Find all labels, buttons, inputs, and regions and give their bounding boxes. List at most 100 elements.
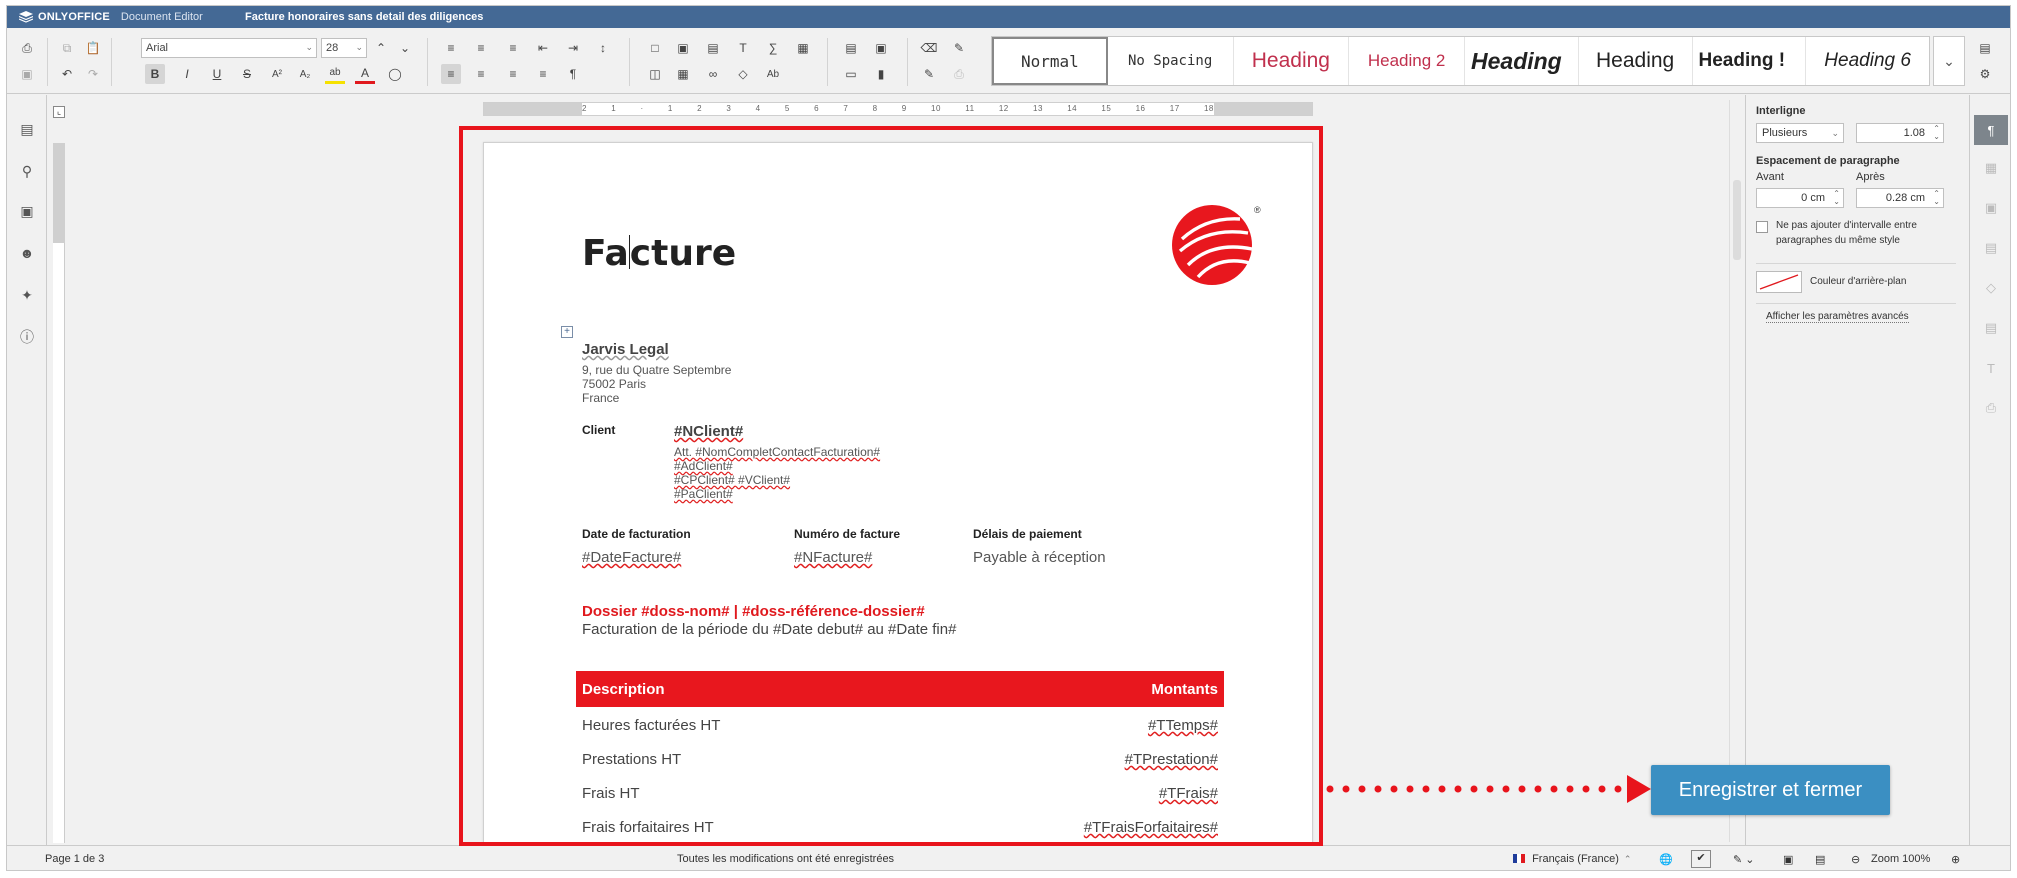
shape-icon[interactable]: ◇	[733, 64, 753, 84]
paragraph-settings-icon[interactable]: ¶	[1974, 115, 2008, 145]
subscript-icon[interactable]: A₂	[295, 64, 315, 84]
copy-style-icon[interactable]: ✎	[919, 64, 939, 84]
readonly-icon[interactable]: ⎙	[949, 64, 969, 84]
vertical-scrollbar[interactable]	[1729, 100, 1743, 842]
font-color-icon[interactable]: A	[355, 64, 375, 84]
dropcap-icon[interactable]: ▦	[793, 38, 813, 58]
clear-style-icon[interactable]: ⌫	[919, 38, 939, 58]
doc-language-icon[interactable]: 🌐	[1659, 853, 1673, 866]
font-size-select[interactable]: 28 ⌄	[321, 38, 367, 58]
image-settings-icon[interactable]: ▣	[1980, 197, 2002, 219]
zoom-out-icon[interactable]: ⊖	[1851, 853, 1860, 866]
scrollbar-thumb[interactable]	[1733, 180, 1741, 260]
track-changes-icon[interactable]: ✎ ⌄	[1733, 853, 1755, 866]
bullets-icon[interactable]: ≡	[441, 38, 461, 58]
italic-icon[interactable]: I	[177, 64, 197, 84]
mail-merge-icon[interactable]: ✎	[949, 38, 969, 58]
fit-page-icon[interactable]: ▣	[1783, 853, 1793, 866]
styles-more-icon[interactable]: ⌄	[1933, 36, 1965, 86]
decrease-indent-icon[interactable]: ⇤	[533, 38, 553, 58]
signature-settings-icon[interactable]: ⎙	[1980, 397, 2002, 419]
paste-icon[interactable]: 📋	[83, 38, 103, 58]
style-heading-3[interactable]: Heading	[1465, 37, 1579, 85]
section-break-icon[interactable]: ▮	[871, 64, 891, 84]
users-icon[interactable]: ☻	[17, 243, 37, 263]
equation-icon[interactable]: ∑	[763, 38, 783, 58]
style-heading-4[interactable]: Heading	[1579, 37, 1693, 85]
save-and-close-button[interactable]: Enregistrer et fermer	[1651, 765, 1890, 815]
horizontal-ruler[interactable]: 2 1 · 1 2 3 4 5 6 7 8 9 10 11 12 13 14 15 16 17 18	[483, 102, 1313, 116]
page-break-icon[interactable]: □	[645, 38, 665, 58]
advanced-settings-link[interactable]: Afficher les paramètres avancés	[1766, 311, 1909, 323]
textart-settings-icon[interactable]: T	[1980, 357, 2002, 379]
textart-icon[interactable]: Ab	[763, 64, 783, 84]
spacing-before-input[interactable]: 0 cm ⌃ ⌄	[1756, 188, 1844, 208]
style-heading-2[interactable]: Heading 2	[1349, 37, 1465, 85]
numbering-icon[interactable]: ≡	[471, 38, 491, 58]
line-spacing-icon[interactable]: ↕	[593, 38, 613, 58]
document-page[interactable]: Facture ® + Jarvis Legal 9, rue du Quatr…	[483, 142, 1313, 870]
image-icon[interactable]: ▣	[673, 38, 693, 58]
company-address-2: 75002 Paris	[582, 377, 647, 391]
line-spacing-mode-select[interactable]: Plusieurs ⌄	[1756, 123, 1844, 143]
style-no-spacing[interactable]: No Spacing	[1108, 37, 1234, 85]
justify-icon[interactable]: ≡	[533, 64, 553, 84]
style-normal[interactable]: Normal	[992, 37, 1108, 85]
settings-gear-icon[interactable]: ⚙	[1975, 64, 1995, 84]
multilevel-list-icon[interactable]: ≡	[503, 38, 523, 58]
no-interval-checkbox[interactable]	[1756, 221, 1768, 233]
tab-selector-icon[interactable]: ⌞	[53, 106, 65, 118]
increase-indent-icon[interactable]: ⇥	[563, 38, 583, 58]
table-move-handle-icon[interactable]: +	[561, 326, 573, 338]
align-center-icon[interactable]: ≡	[471, 64, 491, 84]
zoom-in-icon[interactable]: ⊕	[1951, 853, 1960, 866]
plugins-icon[interactable]: ✦	[17, 285, 37, 305]
table-icon[interactable]: ▦	[673, 64, 693, 84]
style-heading-6[interactable]: Heading 6	[1806, 37, 1929, 85]
table-settings-icon[interactable]: ▦	[1980, 157, 2002, 179]
columns-icon[interactable]: ◫	[645, 64, 665, 84]
page-info[interactable]: Page 1 de 3	[45, 853, 104, 865]
fill-color-icon[interactable]: ◯	[385, 64, 405, 84]
print-icon[interactable]: ⎙	[17, 38, 37, 58]
undo-icon[interactable]: ↶	[57, 64, 77, 84]
superscript-icon[interactable]: A²	[267, 64, 287, 84]
shape-settings-icon[interactable]: ◇	[1980, 277, 2002, 299]
align-right-icon[interactable]: ≡	[503, 64, 523, 84]
view-settings-icon[interactable]: ▤	[1975, 38, 1995, 58]
redo-icon[interactable]: ↷	[83, 64, 103, 84]
strikethrough-icon[interactable]: S	[237, 64, 257, 84]
increase-font-icon[interactable]: ⌃	[371, 38, 391, 58]
document-heading[interactable]: Facture	[582, 233, 736, 274]
spacing-after-input[interactable]: 0.28 cm ⌃ ⌄	[1856, 188, 1944, 208]
chart-icon[interactable]: ▤	[703, 38, 723, 58]
bold-icon[interactable]: B	[145, 64, 165, 84]
save-icon[interactable]: ▣	[17, 64, 37, 84]
spellcheck-icon[interactable]: ✔	[1691, 850, 1711, 868]
textbox-icon[interactable]: T	[733, 38, 753, 58]
decrease-font-icon[interactable]: ⌄	[395, 38, 415, 58]
header-footer-settings-icon[interactable]: ▤	[1980, 237, 2002, 259]
search-icon[interactable]: ⚲	[17, 161, 37, 181]
line-spacing-value: 1.08	[1903, 127, 1925, 139]
about-icon[interactable]: ⓘ	[17, 327, 37, 347]
file-icon[interactable]: ▤	[17, 119, 37, 139]
margins-icon[interactable]: ▤	[841, 38, 861, 58]
nonprinting-chars-icon[interactable]: ¶	[563, 64, 583, 84]
chart-settings-icon[interactable]: ▤	[1980, 317, 2002, 339]
hyperlink-icon[interactable]: ∞	[703, 64, 723, 84]
font-family-select[interactable]: Arial ⌄	[141, 38, 317, 58]
comments-icon[interactable]: ▣	[17, 201, 37, 221]
underline-icon[interactable]: U	[207, 64, 227, 84]
copy-icon[interactable]: ⧉	[57, 38, 77, 58]
style-heading-1[interactable]: Heading	[1234, 37, 1350, 85]
style-heading-5[interactable]: Heading !	[1693, 37, 1807, 85]
language-select[interactable]: Français (France) ⌃	[1513, 853, 1631, 865]
page-size-icon[interactable]: ▣	[871, 38, 891, 58]
align-left-icon[interactable]: ≡	[441, 64, 461, 84]
highlight-icon[interactable]: ab	[325, 64, 345, 84]
bg-color-picker[interactable]	[1756, 271, 1802, 293]
orientation-icon[interactable]: ▭	[841, 64, 861, 84]
fit-width-icon[interactable]: ▤	[1815, 853, 1825, 866]
line-spacing-value-input[interactable]: 1.08 ⌃ ⌄	[1856, 123, 1944, 143]
